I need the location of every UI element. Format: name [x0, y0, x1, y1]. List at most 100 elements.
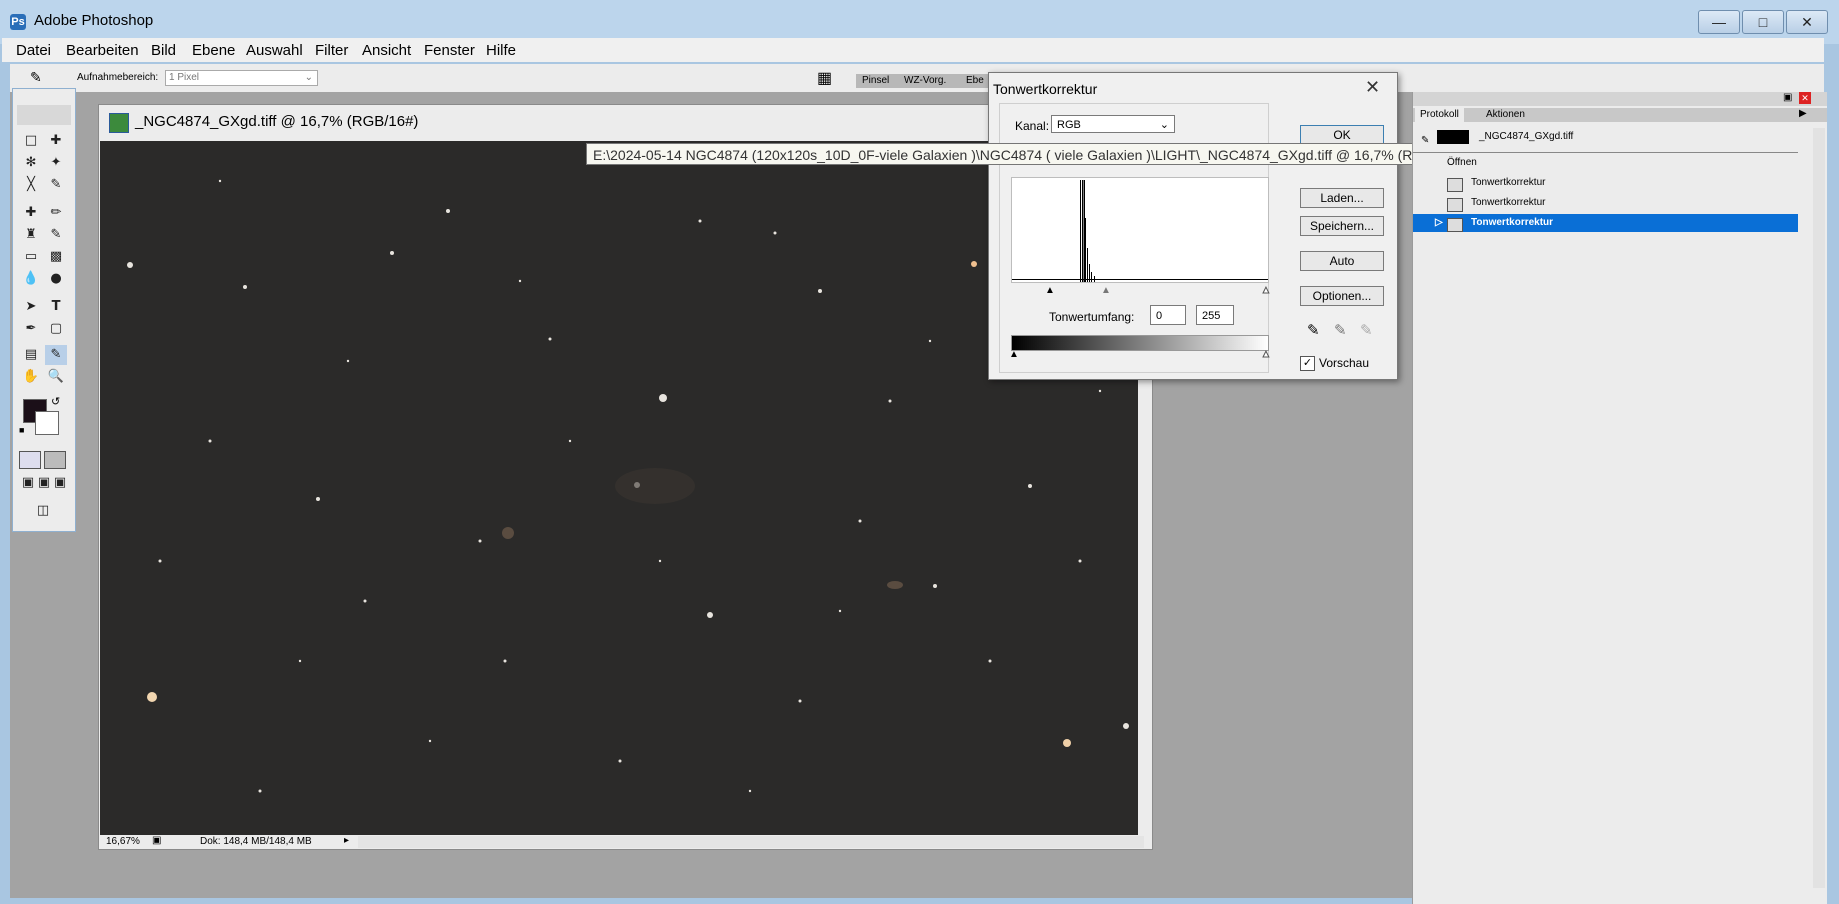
- panel-close-icon[interactable]: ✕: [1799, 92, 1811, 104]
- output-gradient: [1011, 335, 1269, 351]
- gradient-tool-icon[interactable]: ▩: [45, 247, 67, 267]
- standard-mode-icon[interactable]: [19, 451, 41, 469]
- menu-filter[interactable]: Filter: [315, 42, 348, 59]
- preview-label: Vorschau: [1319, 356, 1370, 370]
- panel-scrollbar[interactable]: [1813, 128, 1825, 888]
- move-tool-icon[interactable]: ✚: [45, 131, 67, 151]
- ok-button[interactable]: OK: [1300, 125, 1384, 145]
- jump-to-imageready-icon[interactable]: ◫: [23, 501, 63, 521]
- history-item[interactable]: Tonwertkorrektur: [1413, 174, 1798, 193]
- menu-bild[interactable]: Bild: [151, 42, 176, 59]
- shape-tool-icon[interactable]: ▢: [45, 319, 67, 339]
- menu-datei[interactable]: Datei: [16, 42, 51, 59]
- notes-tool-icon[interactable]: ▤: [20, 345, 42, 365]
- output-white-slider-icon[interactable]: ▲: [1261, 349, 1272, 361]
- document-title: _NGC4874_GXgd.tiff @ 16,7% (RGB/16#): [135, 113, 419, 130]
- preview-checkbox[interactable]: ✓: [1300, 356, 1315, 371]
- eyedropper-icon[interactable]: ✎: [30, 69, 42, 86]
- eyedropper-tool-icon[interactable]: ✎: [45, 345, 67, 365]
- tab-aktionen[interactable]: Aktionen: [1481, 108, 1530, 122]
- history-brush-icon[interactable]: ✎: [45, 225, 67, 245]
- path-select-icon[interactable]: ➤: [20, 297, 42, 317]
- channel-select[interactable]: RGB ⌄: [1051, 115, 1175, 133]
- history-panel: ▣ ✕ Protokoll Aktionen ▶ ✎ _NGC4874_GXgd…: [1412, 92, 1827, 904]
- status-menu-arrow-icon[interactable]: ▸: [344, 835, 349, 846]
- panel-menu-icon[interactable]: ▶: [1799, 108, 1807, 119]
- output-max-input[interactable]: 255: [1196, 305, 1234, 325]
- hand-tool-icon[interactable]: ✋: [20, 367, 42, 387]
- histogram-graph: [1012, 180, 1268, 282]
- lasso-tool-icon[interactable]: ✻: [20, 153, 42, 173]
- panel-minimize-icon[interactable]: ▣: [1783, 92, 1792, 103]
- history-item-label: Tonwertkorrektur: [1471, 197, 1546, 208]
- output-min-input[interactable]: 0: [1150, 305, 1186, 325]
- palette-well-icon[interactable]: ▦: [817, 68, 832, 88]
- white-eyedropper-icon[interactable]: ✎: [1360, 321, 1373, 339]
- tab-ebenen[interactable]: Ebe: [966, 74, 984, 88]
- auto-button[interactable]: Auto: [1300, 251, 1384, 271]
- marquee-tool-icon[interactable]: □: [20, 131, 42, 151]
- menu-bearbeiten[interactable]: Bearbeiten: [66, 42, 139, 59]
- tab-wz-vorg[interactable]: WZ-Vorg.: [904, 74, 946, 88]
- magic-wand-icon[interactable]: ✦: [45, 153, 67, 173]
- dodge-tool-icon[interactable]: ●: [45, 269, 67, 289]
- input-white-slider-icon[interactable]: ▲: [1261, 285, 1272, 297]
- pen-tool-icon[interactable]: ✒: [20, 319, 42, 339]
- panel-header: ▣ ✕: [1413, 92, 1827, 106]
- tab-protokoll[interactable]: Protokoll: [1415, 108, 1464, 122]
- close-button[interactable]: ✕: [1786, 10, 1828, 34]
- history-brush-source-icon[interactable]: ✎: [1421, 132, 1429, 150]
- zoom-level[interactable]: 16,67%: [106, 836, 140, 847]
- slice-tool-icon[interactable]: ✎: [45, 175, 67, 195]
- menu-auswahl[interactable]: Auswahl: [246, 42, 303, 59]
- load-button[interactable]: Laden...: [1300, 188, 1384, 208]
- crop-tool-icon[interactable]: ╳: [20, 175, 42, 195]
- screen-mode-full-icon[interactable]: ▣: [49, 473, 71, 493]
- swap-colors-icon[interactable]: ↺: [51, 395, 60, 408]
- maximize-button[interactable]: □: [1742, 10, 1784, 34]
- brush-tool-icon[interactable]: ✏: [45, 203, 67, 223]
- gray-eyedropper-icon[interactable]: ✎: [1334, 321, 1347, 339]
- zoom-tool-icon[interactable]: 🔍: [45, 367, 67, 387]
- history-item[interactable]: Tonwertkorrektur: [1413, 194, 1798, 213]
- eraser-tool-icon[interactable]: ▭: [20, 247, 42, 267]
- default-colors-icon[interactable]: ■: [19, 425, 24, 435]
- save-button[interactable]: Speichern...: [1300, 216, 1384, 236]
- quick-mask-icon[interactable]: [44, 451, 66, 469]
- minimize-button[interactable]: —: [1698, 10, 1740, 34]
- input-gamma-slider-icon[interactable]: ▲: [1101, 285, 1111, 296]
- type-tool-icon[interactable]: T: [45, 297, 67, 317]
- image-canvas[interactable]: [100, 141, 1138, 835]
- input-black-slider-icon[interactable]: ▲: [1045, 285, 1055, 296]
- output-levels-label: Tonwertumfang:: [1049, 310, 1135, 324]
- background-color-swatch[interactable]: [35, 411, 59, 435]
- black-eyedropper-icon[interactable]: ✎: [1307, 321, 1320, 339]
- options-button[interactable]: Optionen...: [1300, 286, 1384, 306]
- snapshot-thumbnail: [1437, 130, 1469, 144]
- clone-stamp-icon[interactable]: ♜: [20, 225, 42, 245]
- status-icon: ▣: [152, 835, 162, 846]
- menu-ansicht[interactable]: Ansicht: [362, 42, 411, 59]
- menu-bar: Datei Bearbeiten Bild Ebene Auswahl Filt…: [2, 38, 1824, 62]
- histogram: [1011, 177, 1269, 283]
- output-black-slider-icon[interactable]: ▲: [1009, 349, 1019, 360]
- channel-label: Kanal:: [1015, 119, 1050, 133]
- history-step-icon: [1447, 217, 1471, 235]
- history-item-selected[interactable]: ▷ Tonwertkorrektur: [1413, 214, 1798, 235]
- blur-tool-icon[interactable]: 💧: [20, 269, 42, 289]
- document-status-bar: 16,67% ▣ Dok: 148,4 MB/148,4 MB ▸: [100, 835, 1150, 849]
- horizontal-scrollbar[interactable]: [358, 836, 1144, 848]
- dialog-title: Tonwertkorrektur: [993, 81, 1098, 97]
- menu-ebene[interactable]: Ebene: [192, 42, 235, 59]
- tab-pinsel[interactable]: Pinsel: [862, 74, 889, 88]
- snapshot-row[interactable]: ✎ _NGC4874_GXgd.tiff: [1413, 128, 1798, 146]
- sample-size-select[interactable]: 1 Pixel ⌄: [165, 70, 318, 86]
- history-item[interactable]: Öffnen: [1413, 154, 1798, 172]
- star-field: [127, 179, 1129, 793]
- menu-hilfe[interactable]: Hilfe: [486, 42, 516, 59]
- dialog-close-icon[interactable]: ✕: [1365, 77, 1380, 98]
- history-item-label: Tonwertkorrektur: [1471, 177, 1546, 188]
- menu-fenster[interactable]: Fenster: [424, 42, 475, 59]
- healing-brush-icon[interactable]: ✚: [20, 203, 42, 223]
- toolbox: □ ✚ ✻ ✦ ╳ ✎ ✚ ✏ ♜ ✎ ▭ ▩ 💧 ● ➤ T ✒ ▢ ▤ ✎ …: [12, 88, 76, 532]
